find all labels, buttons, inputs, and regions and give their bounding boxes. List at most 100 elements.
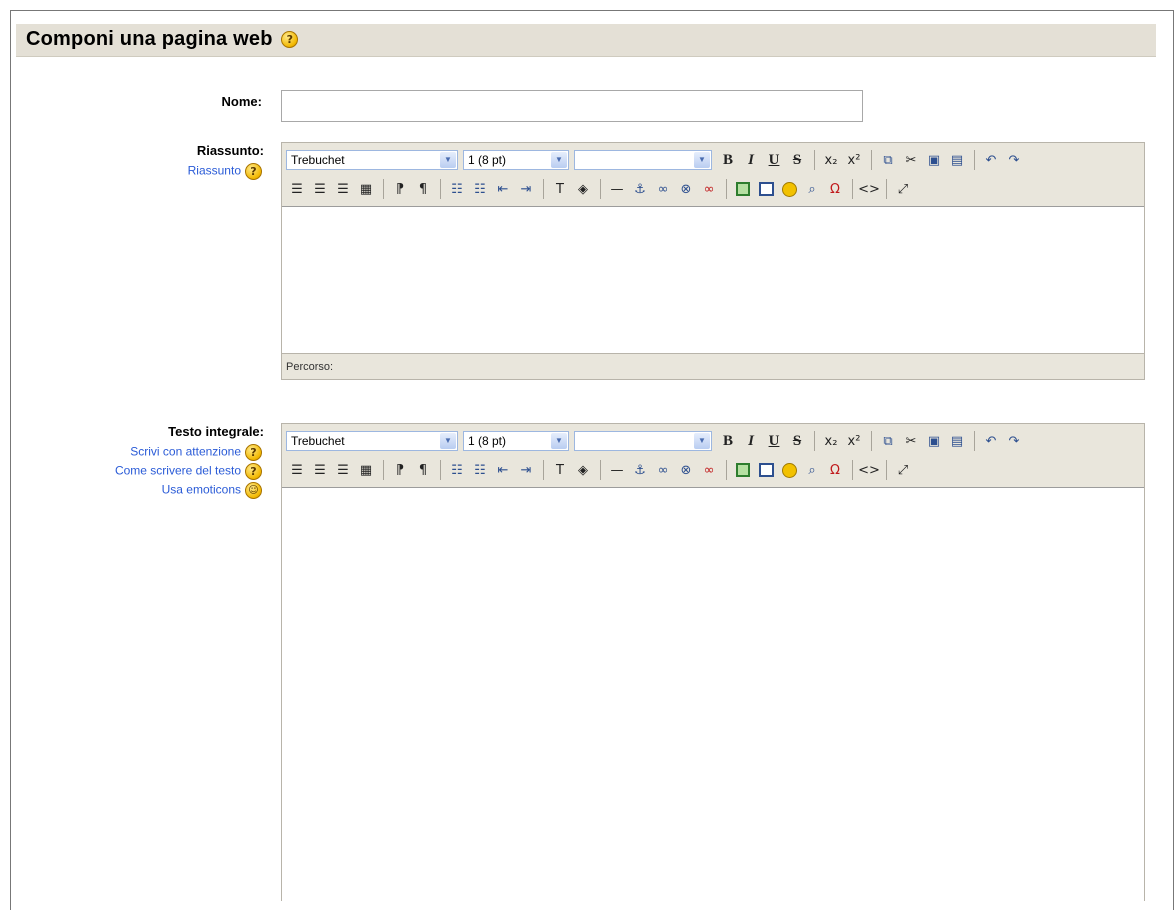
- find-replace-icon[interactable]: ⌕: [801, 459, 823, 481]
- remove-link-icon[interactable]: ∞: [698, 178, 720, 200]
- summary-help-link-label[interactable]: Riassunto: [188, 164, 241, 178]
- rtl-icon[interactable]: ¶: [412, 178, 434, 200]
- html-source-icon[interactable]: <>: [858, 178, 880, 200]
- insert-smiley-icon[interactable]: [778, 178, 800, 200]
- unlink-icon[interactable]: ⊗: [675, 459, 697, 481]
- strikethrough-icon[interactable]: S: [786, 149, 808, 171]
- chevron-down-icon[interactable]: ▼: [440, 433, 456, 449]
- special-chars-icon[interactable]: Ω: [824, 178, 846, 200]
- anchor-icon[interactable]: ⚓: [629, 178, 651, 200]
- superscript-icon[interactable]: x²: [843, 430, 865, 452]
- text-color-icon[interactable]: T: [549, 178, 571, 200]
- italic-icon[interactable]: I: [740, 149, 762, 171]
- font-family-select[interactable]: Trebuchet ▼: [286, 150, 458, 170]
- italic-icon[interactable]: I: [740, 430, 762, 452]
- unlink-icon[interactable]: ⊗: [675, 178, 697, 200]
- name-input[interactable]: [281, 90, 863, 122]
- font-size-select[interactable]: 1 (8 pt) ▼: [463, 431, 569, 451]
- horizontal-rule-icon[interactable]: —: [606, 459, 628, 481]
- chevron-down-icon[interactable]: ▼: [694, 433, 710, 449]
- ordered-list-icon[interactable]: ☷: [446, 178, 468, 200]
- copy-icon[interactable]: ⧉: [877, 149, 899, 171]
- summary-text-area[interactable]: [282, 207, 1144, 353]
- copy-icon[interactable]: ⧉: [877, 430, 899, 452]
- write-carefully-link[interactable]: Scrivi con attenzione?: [14, 444, 262, 463]
- insert-link-icon[interactable]: ∞: [652, 459, 674, 481]
- horizontal-rule-icon[interactable]: —: [606, 178, 628, 200]
- underline-icon[interactable]: U: [763, 430, 785, 452]
- subscript-icon[interactable]: x₂: [820, 149, 842, 171]
- font-size-select[interactable]: 1 (8 pt) ▼: [463, 150, 569, 170]
- fulltext-text-area[interactable]: [282, 488, 1144, 900]
- summary-help-link[interactable]: Riassunto?: [14, 163, 262, 182]
- paste-word-icon[interactable]: ▤: [946, 430, 968, 452]
- undo-icon[interactable]: ↶: [980, 430, 1002, 452]
- help-icon[interactable]: ?: [245, 463, 262, 480]
- ordered-list-icon[interactable]: ☷: [446, 459, 468, 481]
- special-chars-icon[interactable]: Ω: [824, 459, 846, 481]
- find-replace-icon[interactable]: ⌕: [801, 178, 823, 200]
- cut-icon[interactable]: ✂: [900, 149, 922, 171]
- ltr-icon[interactable]: ⁋: [389, 459, 411, 481]
- help-icon[interactable]: ?: [281, 31, 299, 48]
- how-to-write-link[interactable]: Come scrivere del testo?: [14, 463, 262, 482]
- paste-word-icon[interactable]: ▤: [946, 149, 968, 171]
- redo-icon[interactable]: ↷: [1003, 149, 1025, 171]
- how-to-write-link-label[interactable]: Come scrivere del testo: [115, 464, 241, 478]
- subscript-icon[interactable]: x₂: [820, 430, 842, 452]
- unordered-list-icon[interactable]: ☷: [469, 178, 491, 200]
- font-family-select[interactable]: Trebuchet ▼: [286, 431, 458, 451]
- outdent-icon[interactable]: ⇤: [492, 459, 514, 481]
- chevron-down-icon[interactable]: ▼: [440, 152, 456, 168]
- redo-icon[interactable]: ↷: [1003, 430, 1025, 452]
- remove-link-icon[interactable]: ∞: [698, 459, 720, 481]
- fullscreen-icon[interactable]: ⤢: [892, 459, 914, 481]
- smiley-icon[interactable]: ☺: [245, 482, 262, 499]
- justify-icon[interactable]: ▦: [355, 459, 377, 481]
- use-emoticons-link-label[interactable]: Usa emoticons: [162, 483, 241, 497]
- write-carefully-link-label[interactable]: Scrivi con attenzione: [130, 445, 241, 459]
- anchor-icon[interactable]: ⚓: [629, 459, 651, 481]
- bold-icon[interactable]: B: [717, 149, 739, 171]
- paste-icon[interactable]: ▣: [923, 149, 945, 171]
- align-right-icon[interactable]: ☰: [332, 178, 354, 200]
- style-select[interactable]: ▼: [574, 431, 712, 451]
- insert-table-icon[interactable]: [755, 178, 777, 200]
- insert-image-icon[interactable]: [732, 459, 754, 481]
- help-icon[interactable]: ?: [245, 163, 262, 180]
- outdent-icon[interactable]: ⇤: [492, 178, 514, 200]
- align-center-icon[interactable]: ☰: [309, 459, 331, 481]
- chevron-down-icon[interactable]: ▼: [694, 152, 710, 168]
- rtl-icon[interactable]: ¶: [412, 459, 434, 481]
- help-icon[interactable]: ?: [245, 444, 262, 461]
- cut-icon[interactable]: ✂: [900, 430, 922, 452]
- ltr-icon[interactable]: ⁋: [389, 178, 411, 200]
- align-right-icon[interactable]: ☰: [332, 459, 354, 481]
- strikethrough-icon[interactable]: S: [786, 430, 808, 452]
- superscript-icon[interactable]: x²: [843, 149, 865, 171]
- background-color-icon[interactable]: ◈: [572, 459, 594, 481]
- unordered-list-icon[interactable]: ☷: [469, 459, 491, 481]
- bold-icon[interactable]: B: [717, 430, 739, 452]
- indent-icon[interactable]: ⇥: [515, 178, 537, 200]
- paste-icon[interactable]: ▣: [923, 430, 945, 452]
- text-color-icon[interactable]: T: [549, 459, 571, 481]
- background-color-icon[interactable]: ◈: [572, 178, 594, 200]
- undo-icon[interactable]: ↶: [980, 149, 1002, 171]
- insert-table-icon[interactable]: [755, 459, 777, 481]
- align-left-icon[interactable]: ☰: [286, 178, 308, 200]
- use-emoticons-link[interactable]: Usa emoticons ☺: [14, 482, 262, 501]
- align-left-icon[interactable]: ☰: [286, 459, 308, 481]
- insert-link-icon[interactable]: ∞: [652, 178, 674, 200]
- chevron-down-icon[interactable]: ▼: [551, 433, 567, 449]
- insert-image-icon[interactable]: [732, 178, 754, 200]
- insert-smiley-icon[interactable]: [778, 459, 800, 481]
- chevron-down-icon[interactable]: ▼: [551, 152, 567, 168]
- style-select[interactable]: ▼: [574, 150, 712, 170]
- indent-icon[interactable]: ⇥: [515, 459, 537, 481]
- justify-icon[interactable]: ▦: [355, 178, 377, 200]
- underline-icon[interactable]: U: [763, 149, 785, 171]
- html-source-icon[interactable]: <>: [858, 459, 880, 481]
- align-center-icon[interactable]: ☰: [309, 178, 331, 200]
- fullscreen-icon[interactable]: ⤢: [892, 178, 914, 200]
